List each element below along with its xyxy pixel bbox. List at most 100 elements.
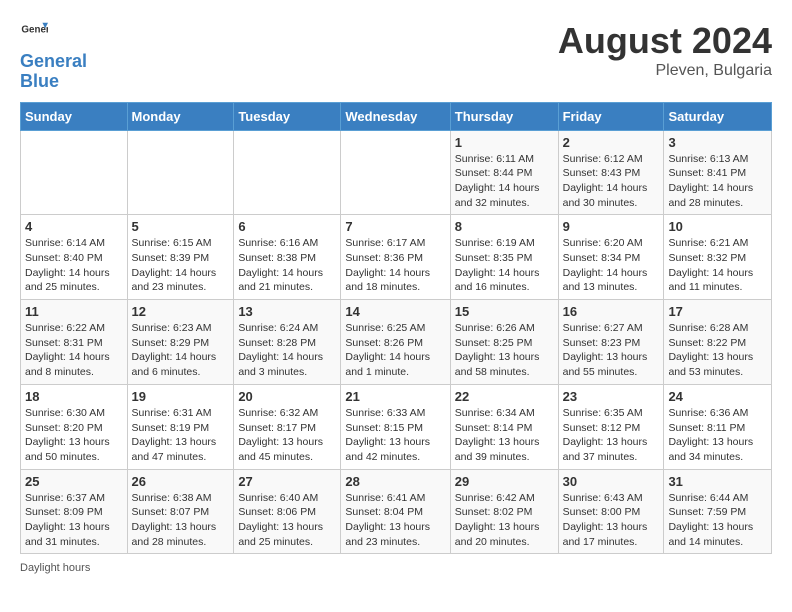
location-subtitle: Pleven, Bulgaria (558, 62, 772, 80)
calendar-cell: 14Sunrise: 6:25 AM Sunset: 8:26 PM Dayli… (341, 300, 450, 385)
calendar-cell: 31 Sunrise: 6:44 AM Sunset: 7:59 PM Dayli… (664, 469, 772, 554)
calendar-cell: 28 Sunrise: 6:41 AM Sunset: 8:04 PM Dayli… (341, 469, 450, 554)
calendar-cell: 23 Sunrise: 6:35 AM Sunset: 8:12 PM Dayli… (558, 384, 664, 469)
calendar-cell (127, 130, 234, 215)
day-info: Sunrise: 6:32 AM Sunset: 8:17 PM Dayligh… (238, 406, 336, 465)
calendar-day-header: Saturday (664, 102, 772, 130)
day-number: 4 (25, 219, 123, 234)
title-block: August 2024 Pleven, Bulgaria (558, 20, 772, 80)
calendar-cell: 18Sunrise: 6:30 AM Sunset: 8:20 PM Dayli… (21, 384, 128, 469)
calendar-week-row: 18Sunrise: 6:30 AM Sunset: 8:20 PM Dayli… (21, 384, 772, 469)
day-info: Sunrise: 6:35 AM Sunset: 8:12 PM Dayligh… (563, 406, 660, 465)
calendar-cell: 17 Sunrise: 6:28 AM Sunset: 8:22 PM Dayli… (664, 300, 772, 385)
day-number: 17 (668, 304, 767, 319)
day-number: 5 (132, 219, 230, 234)
calendar-week-row: 25 Sunrise: 6:37 AM Sunset: 8:09 PM Dayli… (21, 469, 772, 554)
day-number: 15 (455, 304, 554, 319)
day-info: Sunrise: 6:19 AM Sunset: 8:35 PM Dayligh… (455, 236, 554, 295)
calendar-cell (341, 130, 450, 215)
day-number: 30 (563, 474, 660, 489)
calendar-cell: 9 Sunrise: 6:20 AM Sunset: 8:34 PM Daylig… (558, 215, 664, 300)
calendar-cell: 19 Sunrise: 6:31 AM Sunset: 8:19 PM Dayli… (127, 384, 234, 469)
day-info: Sunrise: 6:23 AM Sunset: 8:29 PM Dayligh… (132, 321, 230, 380)
day-info: Sunrise: 6:33 AM Sunset: 8:15 PM Dayligh… (345, 406, 445, 465)
day-info: Sunrise: 6:36 AM Sunset: 8:11 PM Dayligh… (668, 406, 767, 465)
day-number: 21 (345, 389, 445, 404)
month-year-title: August 2024 (558, 20, 772, 62)
day-info: Sunrise: 6:20 AM Sunset: 8:34 PM Dayligh… (563, 236, 660, 295)
calendar-cell: 12Sunrise: 6:23 AM Sunset: 8:29 PM Dayli… (127, 300, 234, 385)
day-number: 29 (455, 474, 554, 489)
calendar-cell: 7 Sunrise: 6:17 AM Sunset: 8:36 PM Daylig… (341, 215, 450, 300)
day-info: Sunrise: 6:41 AM Sunset: 8:04 PM Dayligh… (345, 491, 445, 550)
calendar-cell: 16Sunrise: 6:27 AM Sunset: 8:23 PM Dayli… (558, 300, 664, 385)
calendar-cell: 11 Sunrise: 6:22 AM Sunset: 8:31 PM Dayli… (21, 300, 128, 385)
day-number: 31 (668, 474, 767, 489)
calendar-cell: 25 Sunrise: 6:37 AM Sunset: 8:09 PM Dayli… (21, 469, 128, 554)
day-info: Sunrise: 6:31 AM Sunset: 8:19 PM Dayligh… (132, 406, 230, 465)
calendar-day-header: Tuesday (234, 102, 341, 130)
day-number: 18 (25, 389, 123, 404)
day-number: 20 (238, 389, 336, 404)
calendar-day-header: Sunday (21, 102, 128, 130)
day-number: 1 (455, 135, 554, 150)
calendar-week-row: 1 Sunrise: 6:11 AM Sunset: 8:44 PM Daylig… (21, 130, 772, 215)
day-info: Sunrise: 6:21 AM Sunset: 8:32 PM Dayligh… (668, 236, 767, 295)
calendar-day-header: Wednesday (341, 102, 450, 130)
day-number: 16 (563, 304, 660, 319)
calendar-day-header: Friday (558, 102, 664, 130)
calendar-cell (234, 130, 341, 215)
calendar-table: SundayMondayTuesdayWednesdayThursdayFrid… (20, 102, 772, 555)
day-info: Sunrise: 6:13 AM Sunset: 8:41 PM Dayligh… (668, 152, 767, 211)
calendar-cell: 6Sunrise: 6:16 AM Sunset: 8:38 PM Daylig… (234, 215, 341, 300)
day-number: 27 (238, 474, 336, 489)
calendar-cell: 8 Sunrise: 6:19 AM Sunset: 8:35 PM Daylig… (450, 215, 558, 300)
logo: General GeneralBlue (20, 20, 87, 92)
day-number: 14 (345, 304, 445, 319)
day-info: Sunrise: 6:17 AM Sunset: 8:36 PM Dayligh… (345, 236, 445, 295)
day-info: Sunrise: 6:43 AM Sunset: 8:00 PM Dayligh… (563, 491, 660, 550)
calendar-cell: 27Sunrise: 6:40 AM Sunset: 8:06 PM Dayli… (234, 469, 341, 554)
calendar-week-row: 11 Sunrise: 6:22 AM Sunset: 8:31 PM Dayli… (21, 300, 772, 385)
calendar-day-header: Thursday (450, 102, 558, 130)
calendar-cell: 13 Sunrise: 6:24 AM Sunset: 8:28 PM Dayli… (234, 300, 341, 385)
day-number: 19 (132, 389, 230, 404)
calendar-cell: 20 Sunrise: 6:32 AM Sunset: 8:17 PM Dayli… (234, 384, 341, 469)
calendar-cell: 10 Sunrise: 6:21 AM Sunset: 8:32 PM Dayli… (664, 215, 772, 300)
calendar-cell: 2Sunrise: 6:12 AM Sunset: 8:43 PM Daylig… (558, 130, 664, 215)
day-info: Sunrise: 6:37 AM Sunset: 8:09 PM Dayligh… (25, 491, 123, 550)
day-number: 11 (25, 304, 123, 319)
day-info: Sunrise: 6:28 AM Sunset: 8:22 PM Dayligh… (668, 321, 767, 380)
day-info: Sunrise: 6:22 AM Sunset: 8:31 PM Dayligh… (25, 321, 123, 380)
day-number: 28 (345, 474, 445, 489)
day-info: Sunrise: 6:24 AM Sunset: 8:28 PM Dayligh… (238, 321, 336, 380)
day-number: 9 (563, 219, 660, 234)
daylight-hours-label: Daylight hours (20, 562, 90, 574)
day-number: 7 (345, 219, 445, 234)
calendar-cell: 4 Sunrise: 6:14 AM Sunset: 8:40 PM Daylig… (21, 215, 128, 300)
day-number: 6 (238, 219, 336, 234)
calendar-cell: 22 Sunrise: 6:34 AM Sunset: 8:14 PM Dayli… (450, 384, 558, 469)
day-info: Sunrise: 6:11 AM Sunset: 8:44 PM Dayligh… (455, 152, 554, 211)
calendar-cell: 30 Sunrise: 6:43 AM Sunset: 8:00 PM Dayli… (558, 469, 664, 554)
day-number: 26 (132, 474, 230, 489)
day-number: 22 (455, 389, 554, 404)
day-number: 2 (563, 135, 660, 150)
footer: Daylight hours (20, 562, 772, 574)
calendar-cell (21, 130, 128, 215)
day-info: Sunrise: 6:34 AM Sunset: 8:14 PM Dayligh… (455, 406, 554, 465)
calendar-cell: 5Sunrise: 6:15 AM Sunset: 8:39 PM Daylig… (127, 215, 234, 300)
day-number: 10 (668, 219, 767, 234)
day-info: Sunrise: 6:14 AM Sunset: 8:40 PM Dayligh… (25, 236, 123, 295)
day-number: 24 (668, 389, 767, 404)
day-number: 8 (455, 219, 554, 234)
calendar-cell: 26Sunrise: 6:38 AM Sunset: 8:07 PM Dayli… (127, 469, 234, 554)
calendar-cell: 24 Sunrise: 6:36 AM Sunset: 8:11 PM Dayli… (664, 384, 772, 469)
day-number: 25 (25, 474, 123, 489)
day-number: 23 (563, 389, 660, 404)
logo-icon: General (20, 20, 48, 48)
calendar-header-row: SundayMondayTuesdayWednesdayThursdayFrid… (21, 102, 772, 130)
day-number: 3 (668, 135, 767, 150)
day-number: 13 (238, 304, 336, 319)
day-info: Sunrise: 6:44 AM Sunset: 7:59 PM Dayligh… (668, 491, 767, 550)
